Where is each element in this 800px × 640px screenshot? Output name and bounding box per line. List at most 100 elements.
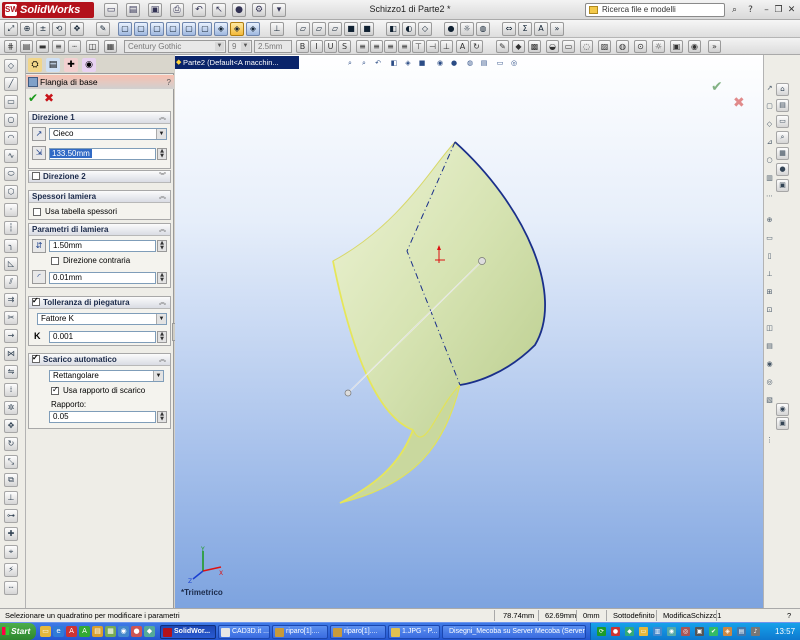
appearance-icon[interactable]: ● <box>444 22 458 36</box>
shaded-edges-icon[interactable]: ■ <box>344 22 358 36</box>
zoom-fit-icon[interactable]: ⤢ <box>4 22 18 36</box>
mass-properties-icon[interactable]: Σ <box>518 22 532 36</box>
view-front-icon[interactable]: ▢ <box>118 22 132 36</box>
select-icon[interactable]: ↖ <box>212 3 226 17</box>
view-back-icon[interactable]: ▢ <box>134 22 148 36</box>
file-explorer-icon[interactable]: ▭ <box>776 115 789 128</box>
help-dropdown-icon[interactable]: ? <box>744 4 757 16</box>
status-help-icon[interactable]: ? <box>784 609 794 622</box>
taskbar-item-paint[interactable]: 1.JPG - P... <box>388 625 440 639</box>
align-right-icon[interactable]: ≡ <box>384 40 397 53</box>
camera-icon[interactable]: ⊙ <box>634 40 647 53</box>
arc-tool-icon[interactable]: ◠ <box>4 131 18 145</box>
property-manager-tab-icon[interactable]: ▤ <box>46 58 60 72</box>
feature-manager-tab-icon[interactable]: ⛭ <box>28 58 42 72</box>
rectangle-tool-icon[interactable]: ▭ <box>4 95 18 109</box>
font-size-select[interactable]: 9 ▼ <box>228 40 252 53</box>
reverse-direction-icon[interactable]: ↗ <box>32 127 46 141</box>
shadows-icon[interactable]: ◐ <box>402 22 416 36</box>
tray-volume-icon[interactable]: ♪ <box>751 627 760 636</box>
appearances-icon[interactable]: ● <box>776 163 789 176</box>
group-sheet-params-header[interactable]: Parametri di lamiera ︽ <box>29 224 170 236</box>
scale-entities-icon[interactable]: ⤡ <box>4 455 18 469</box>
edge-display-icon[interactable]: ▭ <box>562 40 575 53</box>
text-underline-icon[interactable]: U <box>324 40 337 53</box>
search-input[interactable]: Ricerca file e modelli <box>585 3 725 17</box>
rapid-sketch-icon[interactable]: ⚡ <box>4 563 18 577</box>
split-entities-icon[interactable]: ⋈ <box>4 347 18 361</box>
relief-type-select[interactable]: Rettangolare ▼ <box>49 370 164 382</box>
text-rotate-icon[interactable]: ↻ <box>470 40 483 53</box>
auto-relief-checkbox[interactable] <box>32 352 40 364</box>
right-tool-1-icon[interactable]: ↗ <box>765 83 774 94</box>
tray-network-icon[interactable]: ▥ <box>653 627 662 636</box>
right-tool-8-icon[interactable]: ⊕ <box>765 215 774 226</box>
align-top-icon[interactable]: ⊤ <box>412 40 425 53</box>
end-condition-select[interactable]: Cieco ▼ <box>49 128 167 140</box>
render-icon[interactable]: ◉ <box>688 40 701 53</box>
rotate-entities-icon[interactable]: ↻ <box>4 437 18 451</box>
thickness-spinner-icon[interactable]: ▲ ▼ <box>157 240 167 252</box>
taskbar-item-cad3d[interactable]: CAD3D.it ... <box>218 625 270 639</box>
toolbar2-overflow-icon[interactable]: » <box>708 40 721 53</box>
color-display-icon[interactable]: ▦ <box>104 40 117 53</box>
perspective-icon[interactable]: ◇ <box>418 22 432 36</box>
custom-properties-icon[interactable]: ▣ <box>776 179 789 192</box>
right-tool-7-icon[interactable]: ⋯ <box>765 191 774 202</box>
quicklaunch-browser-icon[interactable]: e <box>53 626 64 637</box>
k-factor-input[interactable]: 0.001 <box>49 331 156 343</box>
taskbar-item-riparo1[interactable]: riparo[1].... <box>272 625 328 639</box>
scene-icon[interactable]: ☼ <box>460 22 474 36</box>
view-right-icon[interactable]: ▢ <box>166 22 180 36</box>
realview-icon[interactable]: ◍ <box>476 22 490 36</box>
align-bottom-icon[interactable]: ⊥ <box>440 40 453 53</box>
design-library-icon[interactable]: ▤ <box>776 99 789 112</box>
group-bend-allowance-header[interactable]: Tolleranza di piegatura︽ <box>29 295 170 309</box>
line-height-select[interactable]: 2.5mm <box>254 40 292 53</box>
right-tool-4-icon[interactable]: ⊿ <box>765 137 774 148</box>
model-preview[interactable] <box>175 55 763 608</box>
ratio-input[interactable]: 0.05 <box>49 411 156 423</box>
circular-pattern-icon[interactable]: ✲ <box>4 401 18 415</box>
solidworks-logo[interactable]: SW SolidWorks <box>2 2 94 18</box>
quicklaunch-app-icon[interactable]: A <box>79 626 90 637</box>
tray-app8-icon[interactable]: ✔ <box>709 627 718 636</box>
search-pane-icon[interactable]: ⌕ <box>776 131 789 144</box>
chamfer-sketch-icon[interactable]: ◺ <box>4 257 18 271</box>
right-tool-9-icon[interactable]: ▭ <box>765 233 774 244</box>
align-middle-icon[interactable]: ⊣ <box>426 40 439 53</box>
right-tool-21-icon[interactable]: ⋮ <box>765 435 774 446</box>
cancel-x-icon[interactable]: ✖ <box>44 91 54 105</box>
right-tool-3-icon[interactable]: ◇ <box>765 119 774 130</box>
right-tool-11-icon[interactable]: ⊥ <box>765 269 774 280</box>
group-direction1-header[interactable]: Direzione 1 ︽ <box>29 112 170 124</box>
right-tool-20-icon[interactable]: ▣ <box>776 417 789 430</box>
right-tool-2-icon[interactable]: ▢ <box>765 101 774 112</box>
tray-app9-icon[interactable]: ◈ <box>723 627 732 636</box>
taskbar-item-server[interactable]: Disegni_Mecoba su Server Mecoba (Server <box>442 625 586 639</box>
right-tool-14-icon[interactable]: ◫ <box>765 323 774 334</box>
move-entities-icon[interactable]: ✥ <box>4 419 18 433</box>
trim-entities-icon[interactable]: ✂ <box>4 311 18 325</box>
note-icon[interactable]: A <box>534 22 548 36</box>
close-icon[interactable]: ✕ <box>785 4 798 16</box>
convert-entities-icon[interactable]: ⇉ <box>4 293 18 307</box>
solidworks-resources-icon[interactable]: ⌂ <box>776 83 789 96</box>
zoom-area-icon[interactable]: ⊕ <box>20 22 34 36</box>
display-manager-tab-icon[interactable]: ◉ <box>82 58 96 72</box>
depth-spinner-icon[interactable]: ▲ ▼ <box>157 148 167 160</box>
right-tool-15-icon[interactable]: ▤ <box>765 341 774 352</box>
right-tool-12-icon[interactable]: ⊞ <box>765 287 774 298</box>
align-justify-icon[interactable]: ≡ <box>398 40 411 53</box>
start-button[interactable]: Start <box>0 623 36 640</box>
tray-app7-icon[interactable]: ▣ <box>695 627 704 636</box>
extend-entities-icon[interactable]: → <box>4 329 18 343</box>
line-tool-icon[interactable]: ╱ <box>4 77 18 91</box>
use-relief-ratio-checkbox[interactable] <box>51 385 59 395</box>
construction-geometry-icon[interactable]: ┄ <box>4 581 18 595</box>
add-relation-icon[interactable]: ⊥ <box>4 491 18 505</box>
spline-tool-icon[interactable]: ∿ <box>4 149 18 163</box>
view-top-icon[interactable]: ▢ <box>182 22 196 36</box>
align-center-icon[interactable]: ≡ <box>370 40 383 53</box>
grid-snap-icon[interactable]: ⋕ <box>4 40 17 53</box>
